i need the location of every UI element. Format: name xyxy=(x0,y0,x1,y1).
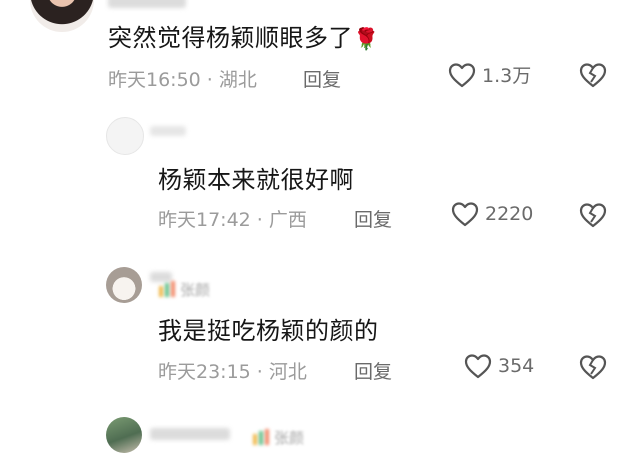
heart-outline-icon xyxy=(451,202,479,227)
badge-label: 张颜 xyxy=(180,281,211,299)
reply-button[interactable]: 回复 xyxy=(354,205,392,232)
username-blurred[interactable] xyxy=(108,0,186,8)
comment-meta: 昨天23:15 · 河北 xyxy=(158,361,307,383)
reply-button[interactable]: 回复 xyxy=(303,65,341,92)
comment-meta: 昨天16:50 · 湖北 xyxy=(108,69,257,91)
like-count: 354 xyxy=(498,355,535,377)
like-button[interactable]: 354 xyxy=(464,353,534,379)
like-count: 2220 xyxy=(485,203,534,225)
like-button[interactable]: 2220 xyxy=(451,201,533,227)
like-button[interactable]: 1.3万 xyxy=(448,61,531,88)
avatar[interactable] xyxy=(106,417,142,453)
avatar[interactable] xyxy=(106,117,144,155)
username-blurred[interactable] xyxy=(150,126,186,136)
badge-icon xyxy=(253,429,269,445)
comment-text: 杨颖本来就很好啊 xyxy=(158,166,354,194)
username-blurred[interactable] xyxy=(150,428,230,440)
badge-label: 张颜 xyxy=(274,429,305,447)
comment-meta: 昨天17:42 · 广西 xyxy=(158,209,307,231)
heart-outline-icon xyxy=(464,354,492,379)
rose-emoji: 🌹 xyxy=(353,27,380,51)
comment-text: 我是挺吃杨颖的颜的 xyxy=(158,317,379,345)
avatar[interactable] xyxy=(106,267,142,303)
broken-heart-icon[interactable] xyxy=(579,354,607,380)
reply-button[interactable]: 回复 xyxy=(354,357,392,384)
heart-outline-icon xyxy=(448,62,476,87)
broken-heart-icon[interactable] xyxy=(579,62,607,88)
like-count: 1.3万 xyxy=(482,65,532,87)
broken-heart-icon[interactable] xyxy=(579,202,607,228)
avatar[interactable] xyxy=(30,0,94,32)
badge-icon xyxy=(159,281,175,297)
comment-text: 突然觉得杨颖顺眼多了🌹 xyxy=(108,24,380,52)
